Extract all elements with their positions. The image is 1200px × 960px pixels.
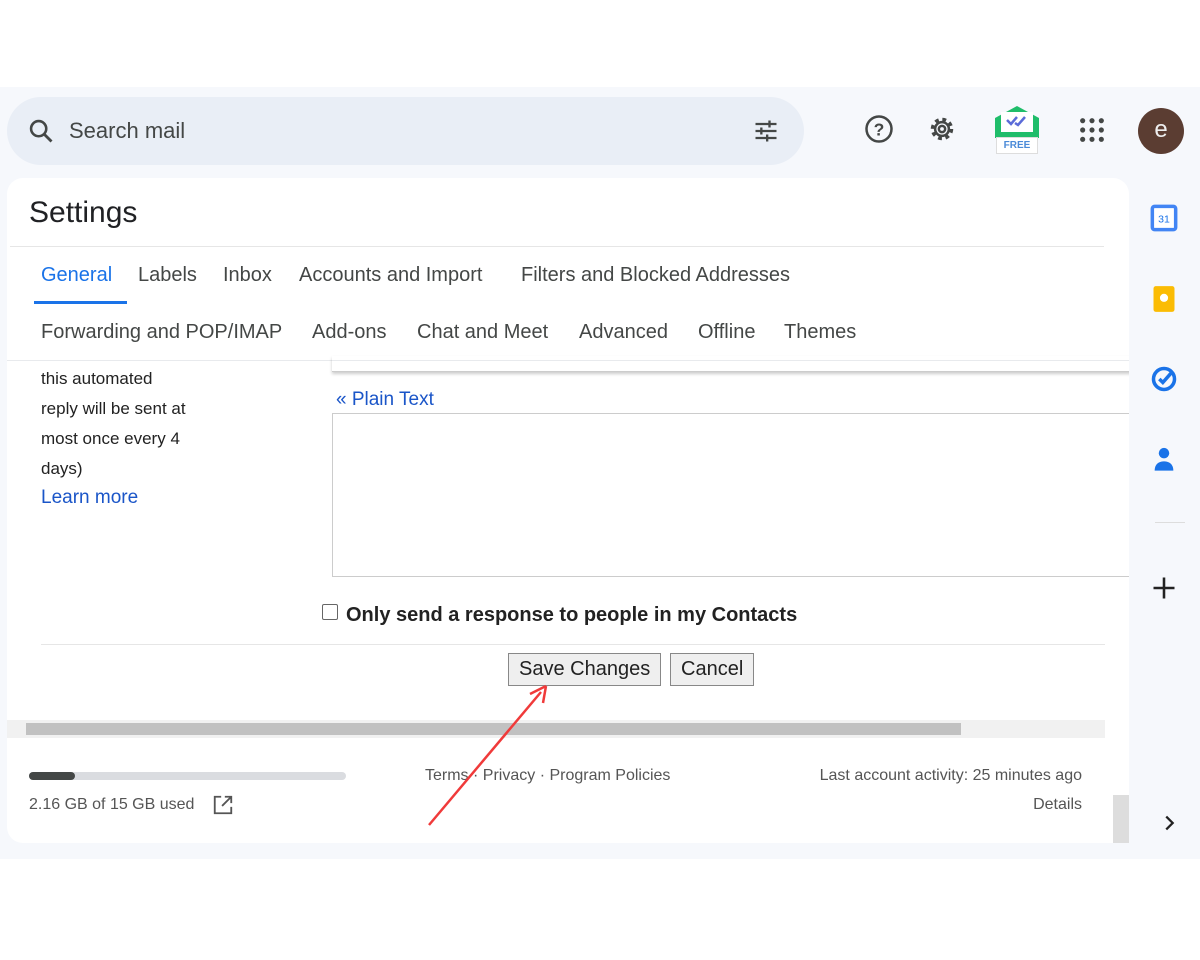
details-link[interactable]: Details [1033,796,1082,814]
search-options-icon[interactable] [752,117,780,145]
active-tab-indicator [34,301,127,304]
vacation-note: most once every 4 [41,429,180,448]
divider [10,246,1104,247]
add-icon[interactable] [1150,574,1178,602]
search-bar[interactable]: Search mail [7,97,804,165]
editor-toolbar [332,356,1129,372]
terms-link[interactable]: Terms [425,767,469,784]
tab-chat-and-meet[interactable]: Chat and Meet [417,321,548,344]
tab-labels[interactable]: Labels [138,264,197,287]
tab-themes[interactable]: Themes [784,321,856,344]
save-changes-button[interactable]: Save Changes [508,653,662,686]
separator: · [473,767,479,784]
vacation-note: days) [41,459,83,478]
contacts-icon[interactable] [1150,445,1178,473]
last-activity: Last account activity: 25 minutes ago [819,767,1082,784]
extension-icon[interactable]: FREE [993,104,1041,156]
apps-grid-icon[interactable] [1078,116,1106,144]
tab-filters[interactable]: Filters and Blocked Addresses [521,264,790,287]
contacts-only-checkbox[interactable] [322,604,338,620]
extension-badge: FREE [996,137,1038,154]
divider [1155,522,1185,523]
vacation-note: this automated [41,369,153,388]
tab-advanced[interactable]: Advanced [579,321,668,344]
tab-forwarding[interactable]: Forwarding and POP/IMAP [41,321,282,344]
contacts-only-label: Only send a response to people in my Con… [346,604,798,626]
help-icon[interactable]: ? [864,114,894,144]
keep-icon[interactable] [1150,285,1178,313]
svg-text:31: 31 [1158,214,1170,226]
tasks-icon[interactable] [1150,365,1178,393]
learn-more-link[interactable]: Learn more [41,487,138,509]
settings-panel: Settings General Labels Inbox Accounts a… [7,178,1129,843]
storage-bar-fill [29,772,75,780]
settings-gear-icon[interactable] [927,114,957,144]
storage-used: 2.16 GB of 15 GB used [29,796,195,813]
tab-add-ons[interactable]: Add-ons [312,321,387,344]
calendar-icon[interactable]: 31 [1150,204,1178,232]
search-input[interactable]: Search mail [69,118,185,144]
chevron-right-icon[interactable] [1158,812,1180,834]
page-title: Settings [29,196,138,229]
search-icon[interactable] [27,117,55,145]
plain-text-link[interactable]: « Plain Text [336,389,434,411]
scrollbar-thumb[interactable] [26,723,961,735]
open-external-icon[interactable] [212,794,234,816]
tab-accounts-and-import[interactable]: Accounts and Import [299,264,482,287]
horizontal-scrollbar[interactable] [7,720,1105,738]
gmail-app: Search mail ? FREE e Settings General La… [0,87,1200,859]
storage-bar [29,772,346,780]
tab-offline[interactable]: Offline [698,321,755,344]
separator: · [539,767,546,784]
message-body-editor[interactable] [332,413,1129,577]
privacy-link[interactable]: Privacy [483,767,535,784]
cancel-button[interactable]: Cancel [670,653,755,686]
avatar[interactable]: e [1138,108,1184,154]
tab-inbox[interactable]: Inbox [223,264,272,287]
vertical-scrollbar[interactable] [1113,795,1129,843]
program-policies-link[interactable]: Program Policies [549,767,670,784]
vacation-note: reply will be sent at [41,399,186,418]
divider [41,644,1105,645]
tab-general[interactable]: General [41,264,112,287]
svg-text:?: ? [874,119,885,139]
